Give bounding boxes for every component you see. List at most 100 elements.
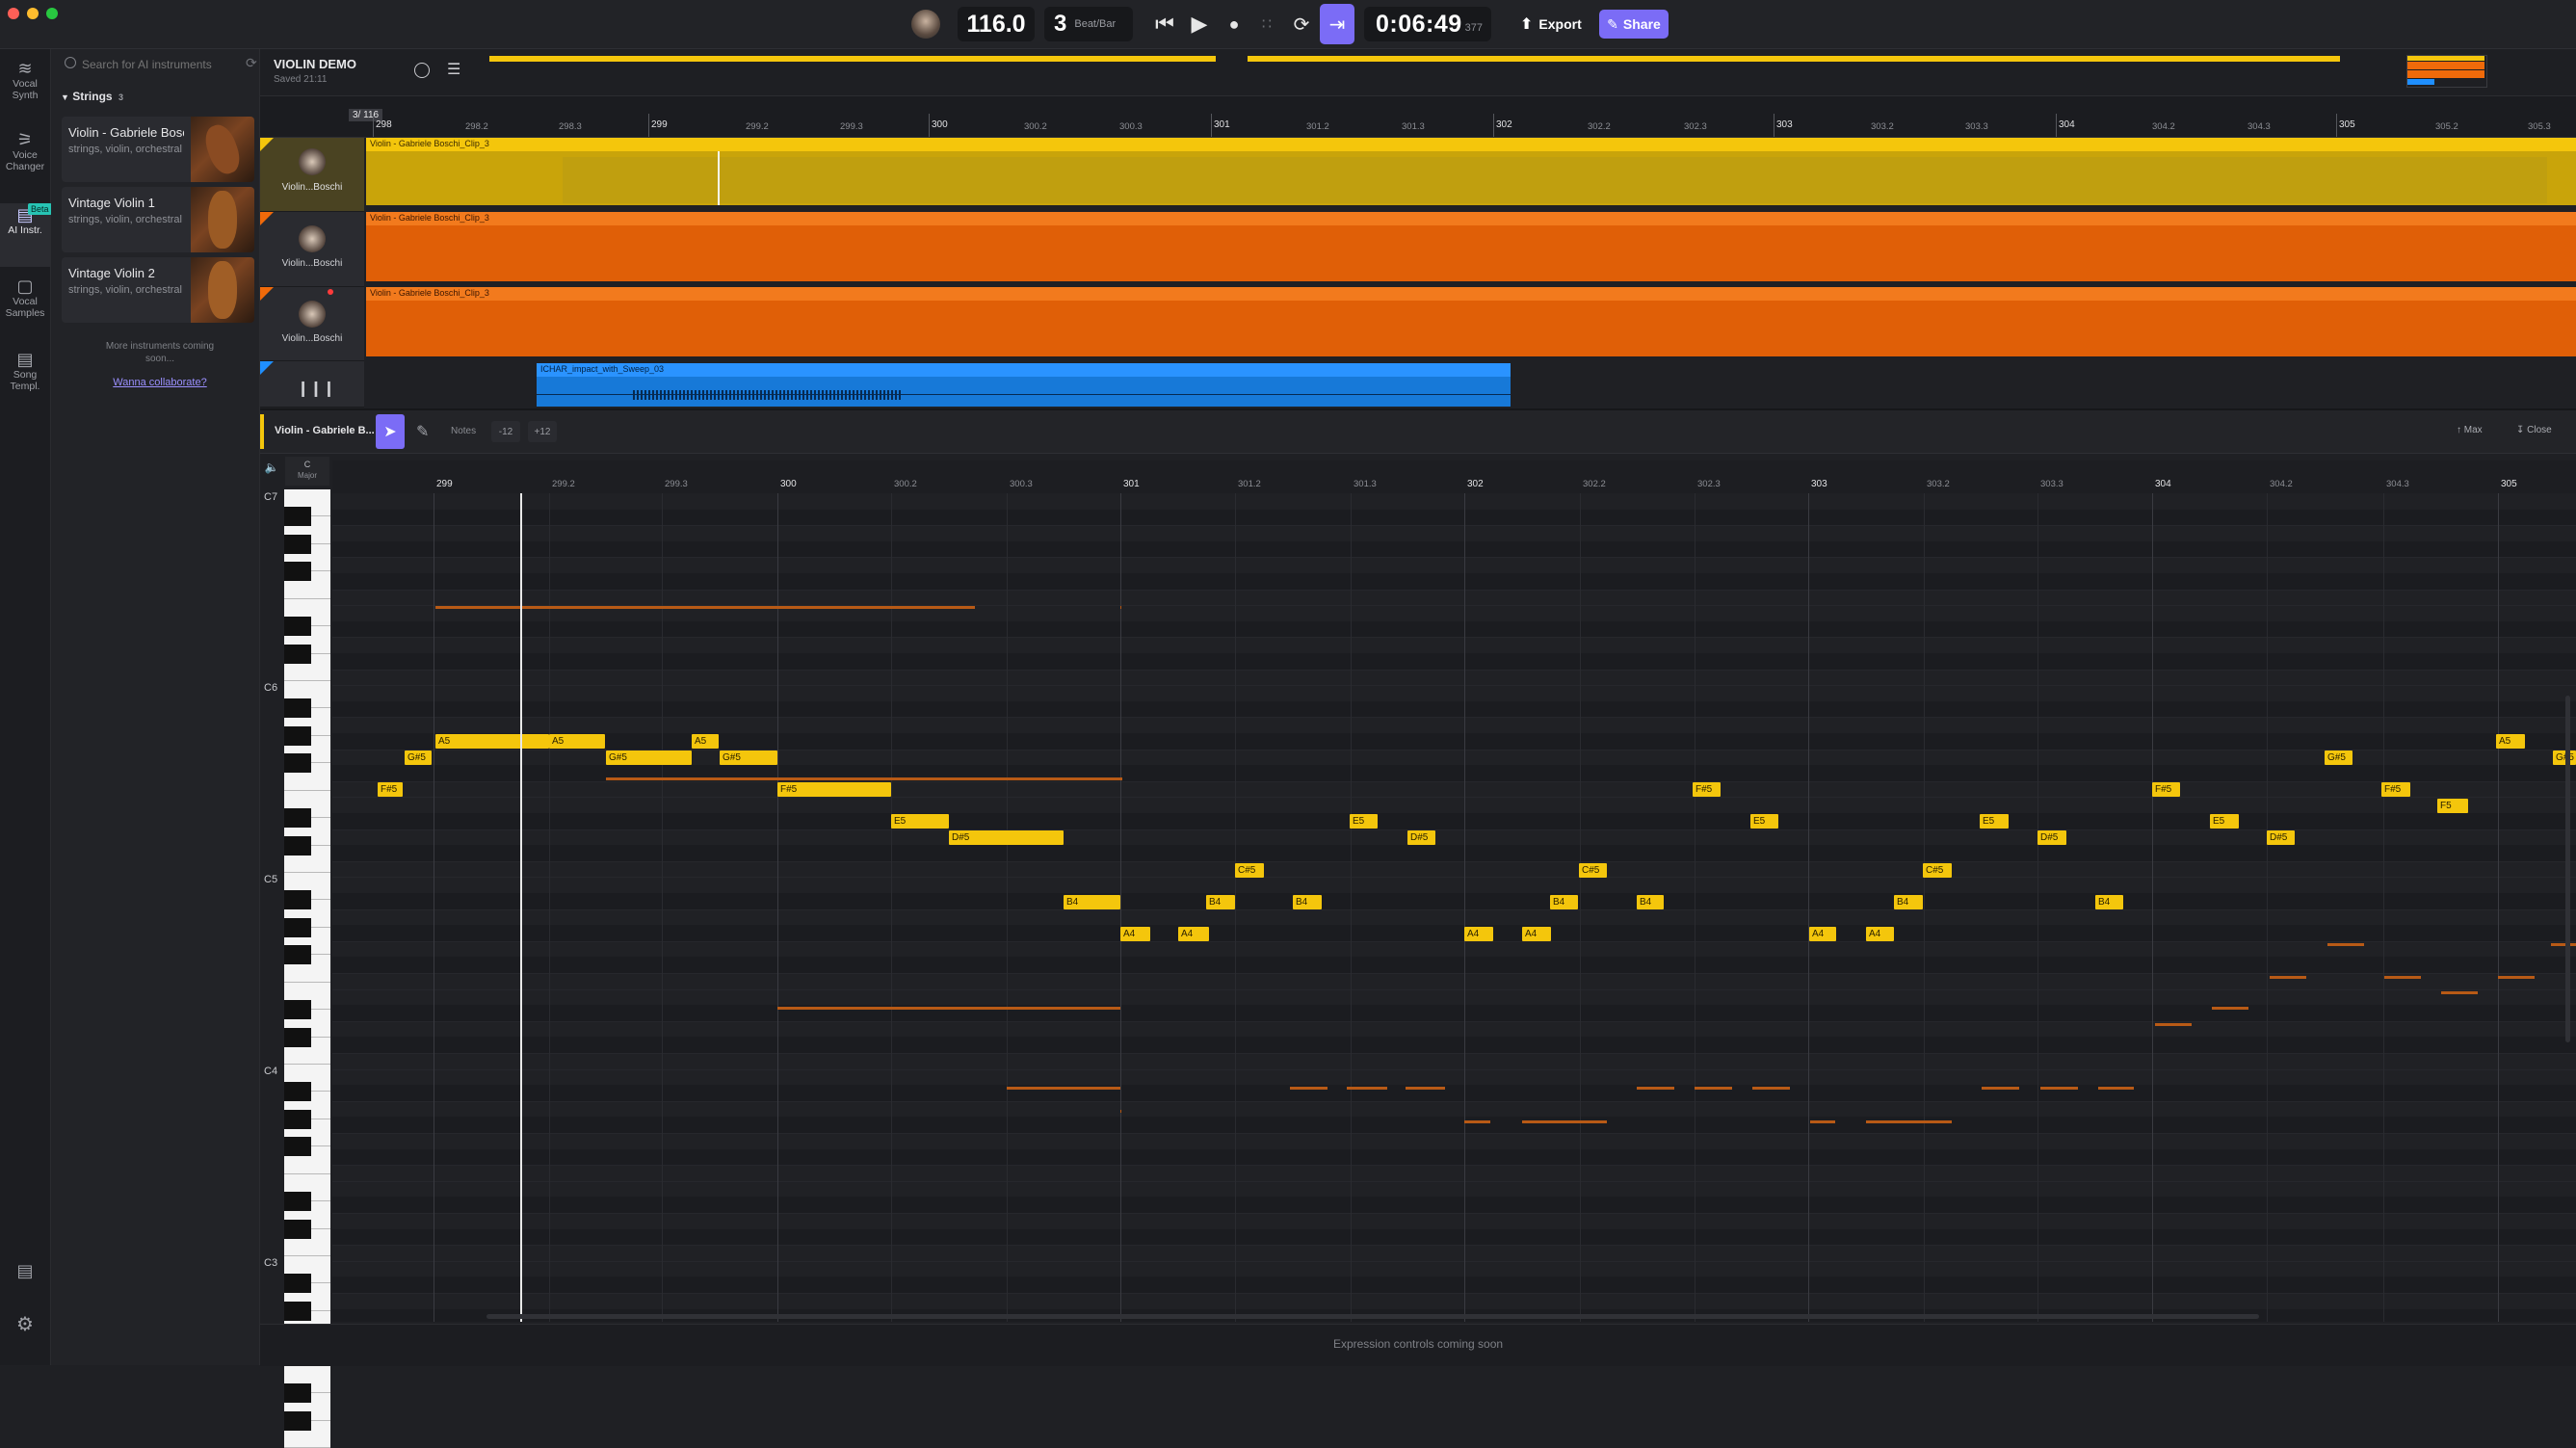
black-key[interactable]: [284, 1274, 311, 1294]
close-window-icon[interactable]: [8, 8, 19, 19]
note-block[interactable]: E5: [1350, 814, 1378, 829]
preview-sound-icon[interactable]: 🔈: [260, 461, 283, 480]
note-block[interactable]: B4: [1550, 895, 1578, 909]
note-block[interactable]: B4: [1206, 895, 1235, 909]
black-key[interactable]: [284, 1192, 311, 1212]
note-block[interactable]: F#5: [2152, 782, 2180, 797]
play-icon[interactable]: ▶: [1185, 10, 1214, 39]
octave-up-button[interactable]: +12: [528, 421, 557, 442]
note-block[interactable]: A5: [692, 734, 719, 749]
clip[interactable]: Violin - Gabriele Boschi_Clip_3: [366, 138, 2576, 205]
key-scale-selector[interactable]: C Major: [285, 457, 329, 486]
octave-down-button[interactable]: -12: [491, 421, 520, 442]
rail-vocal-samples[interactable]: ▢ Vocal Samples: [0, 277, 50, 319]
black-key[interactable]: [284, 1109, 311, 1129]
black-key[interactable]: [284, 1410, 311, 1431]
note-block[interactable]: B4: [1637, 895, 1664, 909]
import-icon[interactable]: ▤: [0, 1262, 50, 1279]
note-block[interactable]: F#5: [777, 782, 891, 797]
note-block[interactable]: D#5: [2267, 830, 2295, 845]
search-input[interactable]: [80, 53, 238, 76]
note-block[interactable]: C#5: [1579, 863, 1607, 878]
black-key[interactable]: [284, 617, 311, 637]
record-arm-icon[interactable]: [328, 289, 333, 295]
note-block[interactable]: A4: [1866, 927, 1894, 941]
note-block[interactable]: G#5: [720, 750, 777, 765]
black-key[interactable]: [284, 1137, 311, 1157]
note-block[interactable]: D#5: [1407, 830, 1435, 845]
black-key[interactable]: [284, 1027, 311, 1047]
black-key[interactable]: [284, 808, 311, 829]
note-block[interactable]: A4: [1178, 927, 1209, 941]
black-key[interactable]: [284, 534, 311, 554]
note-block[interactable]: A4: [1809, 927, 1836, 941]
note-block[interactable]: G#5: [606, 750, 692, 765]
note-block[interactable]: C#5: [1923, 863, 1952, 878]
black-key[interactable]: [284, 1000, 311, 1020]
zoom-window-icon[interactable]: [46, 8, 58, 19]
note-block[interactable]: F#5: [1693, 782, 1721, 797]
overview-region[interactable]: [489, 56, 1216, 62]
note-block[interactable]: F#5: [378, 782, 403, 797]
export-button[interactable]: ⬆ Export: [1520, 10, 1582, 39]
instrument-card[interactable]: Violin - Gabriele Boschi strings, violin…: [62, 117, 254, 182]
select-tool-button[interactable]: ➤: [376, 414, 405, 449]
note-block[interactable]: A5: [435, 734, 549, 749]
overview-region[interactable]: [1248, 56, 2340, 62]
black-key[interactable]: [284, 644, 311, 664]
note-grid[interactable]: F#5 G#5 A5 A5 G#5 A5 G#5 F#5 E5 D#5 B4 A4 A4 B4 C#5 B4 E…: [332, 493, 2576, 1322]
black-key[interactable]: [284, 753, 311, 774]
share-button[interactable]: ✎ Share: [1599, 10, 1669, 39]
instrument-card[interactable]: Vintage Violin 2 strings, violin, orches…: [62, 257, 254, 323]
black-key[interactable]: [284, 1301, 311, 1321]
note-block[interactable]: A5: [2496, 734, 2525, 749]
note-block[interactable]: D#5: [2037, 830, 2066, 845]
track-header[interactable]: Violin...Boschi: [260, 212, 364, 287]
minimize-window-icon[interactable]: [27, 8, 39, 19]
rail-ai-instruments[interactable]: Beta ▤ AI Instr.: [0, 203, 52, 267]
note-block[interactable]: F5: [2437, 799, 2468, 813]
track-header[interactable]: Violin...Boschi: [260, 287, 364, 361]
black-key[interactable]: [284, 917, 311, 937]
note-block[interactable]: A4: [1464, 927, 1493, 941]
playhead[interactable]: [520, 493, 522, 1322]
black-key[interactable]: [284, 835, 311, 856]
black-key[interactable]: [284, 507, 311, 527]
note-block[interactable]: B4: [1293, 895, 1322, 909]
note-block[interactable]: B4: [2095, 895, 2123, 909]
metronome-icon[interactable]: ∷: [1252, 10, 1281, 39]
note-block[interactable]: B4: [1064, 895, 1120, 909]
clip[interactable]: Violin - Gabriele Boschi_Clip_3: [366, 287, 2576, 356]
rail-vocal-synth[interactable]: ≋ Vocal Synth: [0, 60, 50, 101]
note-block[interactable]: E5: [891, 814, 949, 829]
skip-back-icon[interactable]: ⏮: [1150, 10, 1179, 39]
instrument-card[interactable]: Vintage Violin 1 strings, violin, orches…: [62, 187, 254, 252]
black-key[interactable]: [284, 1082, 311, 1102]
black-key[interactable]: [284, 725, 311, 746]
black-key[interactable]: [284, 890, 311, 910]
mini-map[interactable]: [2406, 55, 2487, 88]
clip[interactable]: ICHAR_impact_with_Sweep_03: [537, 363, 1511, 407]
black-key[interactable]: [284, 1383, 311, 1404]
note-block[interactable]: G#5: [405, 750, 432, 765]
note-block[interactable]: A4: [1120, 927, 1150, 941]
follow-playhead-button[interactable]: ⇥: [1320, 4, 1354, 44]
note-block[interactable]: F#5: [2381, 782, 2410, 797]
rail-song-templates[interactable]: ▤ Song Templ.: [0, 351, 50, 392]
piano-keyboard[interactable]: [284, 489, 330, 1448]
add-track-icon[interactable]: [414, 63, 430, 78]
clip[interactable]: Violin - Gabriele Boschi_Clip_3: [366, 212, 2576, 281]
tempo-display[interactable]: 116.0: [958, 7, 1035, 41]
horizontal-scrollbar[interactable]: [486, 1314, 2259, 1319]
maximize-button[interactable]: ↑ Max: [2457, 425, 2483, 435]
note-block[interactable]: C#5: [1235, 863, 1264, 878]
collaborate-link[interactable]: Wanna collaborate?: [90, 377, 230, 388]
arrangement-ruler[interactable]: 3/ 116 298 298.2 298.3 299 299.2 299.3 300 300.…: [260, 96, 2576, 138]
pencil-tool-icon[interactable]: ✎: [416, 422, 429, 441]
rail-voice-changer[interactable]: ⚞ Voice Changer: [0, 131, 50, 172]
mixer-settings-icon[interactable]: ☰: [447, 60, 460, 79]
avatar[interactable]: [911, 10, 940, 39]
close-editor-button[interactable]: ↧ Close: [2516, 425, 2552, 435]
black-key[interactable]: [284, 1219, 311, 1239]
settings-gear-icon[interactable]: ⚙: [0, 1315, 50, 1334]
